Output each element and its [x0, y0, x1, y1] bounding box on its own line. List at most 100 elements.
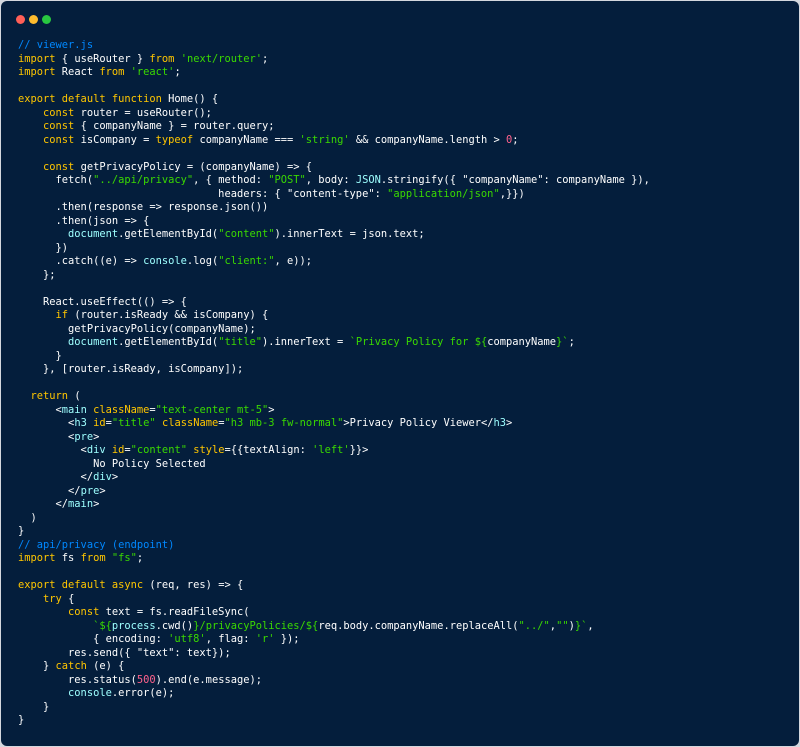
code-token: req.body.companyName.replaceAll( [318, 619, 519, 632]
code-token: }); [274, 633, 300, 645]
code-line: // viewer.js [18, 39, 650, 53]
code-token: document [68, 228, 119, 240]
code-token: catch [55, 660, 87, 672]
code-line: import fs from "fs"; [18, 552, 650, 566]
code-line: try { [18, 593, 650, 607]
code-line: .catch((e) => console.log("client:", e))… [18, 255, 650, 269]
code-token: document [68, 336, 119, 348]
code-token: > [93, 498, 100, 510]
code-token: "content" [218, 228, 275, 240]
code-line: document.getElementById("title").innerTe… [18, 336, 650, 350]
code-token: }) [18, 241, 69, 254]
code-token: { useRouter } [55, 52, 150, 65]
code-token: } [18, 525, 25, 537]
code-token: style [193, 444, 225, 456]
code-token: text = fs.readFileSync( [99, 606, 250, 618]
code-token: } [18, 349, 62, 362]
code-token: ; [136, 552, 144, 564]
code-token: "../" [518, 619, 550, 632]
code-window: // viewer.js import { useRouter } from 'n… [1, 1, 799, 746]
code-line: const text = fs.readFileSync( [18, 606, 650, 620]
code-token: (e) { [86, 660, 125, 672]
code-token: const [43, 133, 75, 146]
code-token: , e)); [274, 255, 313, 267]
code-token: return [30, 390, 69, 402]
code-token: console [143, 255, 187, 267]
code-token: > [506, 417, 513, 429]
code-token: .log( [186, 255, 219, 267]
code-token: } [18, 700, 50, 713]
code-token: > [99, 484, 106, 497]
code-token: ).innerText = json.text; [274, 228, 425, 240]
code-token: div [93, 471, 112, 483]
code-line: <div id="content" style={{textAlign: 'le… [18, 444, 650, 458]
code-line: getPrivacyPolicy(companyName); [18, 323, 650, 337]
maximize-button[interactable] [42, 15, 51, 24]
code-token: pre [74, 430, 94, 443]
code-token: className [93, 403, 150, 416]
code-line: fetch("../api/privacy", { method: "POST"… [18, 174, 650, 188]
code-line: React.useEffect(() => { [18, 296, 650, 310]
code-token: ( [68, 390, 81, 402]
code-token: if [55, 309, 69, 321]
code-token: "POST" [268, 174, 306, 186]
code-token: React.useEffect(() => { [18, 295, 187, 308]
code-token: ).innerText = [261, 336, 350, 348]
code-token: </ [18, 471, 94, 483]
code-token: }` [556, 336, 569, 348]
code-token: fs [55, 552, 81, 564]
code-token: "fs" [111, 552, 137, 564]
code-line: const router = useRouter(); [18, 107, 650, 121]
code-token: `${ [93, 619, 112, 632]
code-token: , [587, 619, 594, 632]
code-token: h3 [74, 417, 87, 429]
code-token: router = useRouter(); [74, 106, 212, 119]
code-token: from [99, 66, 125, 78]
code-token: 'left' [312, 444, 350, 456]
code-token: .catch((e) => [18, 255, 144, 267]
code-token: "client:" [218, 255, 275, 267]
code-token: headers: { "content-type": [18, 187, 388, 200]
code-line: </div> [18, 471, 650, 485]
code-token: className [161, 417, 219, 429]
code-line: </pre> [18, 485, 650, 499]
code-token: import [18, 52, 56, 65]
code-token: } [18, 714, 25, 726]
code-token: const [43, 120, 75, 132]
code-token: >Privacy Policy Viewer</ [343, 417, 494, 429]
code-token: < [18, 430, 75, 443]
code-line: .then(json => { [18, 215, 650, 229]
code-token: res.send({ "text": text}); [18, 646, 231, 659]
code-token: const [43, 160, 75, 173]
code-line: <main className="text-center mt-5"> [18, 404, 650, 418]
close-button[interactable] [16, 15, 25, 24]
code-line: No Policy Selected [18, 458, 650, 472]
code-token: .then(response => response.json()) [18, 201, 269, 213]
code-token: } [18, 660, 56, 672]
code-token: , { method: [193, 174, 269, 186]
code-line: }; [18, 269, 650, 283]
code-token: try [43, 592, 62, 605]
code-token: main [68, 498, 94, 510]
code-token: "title" [111, 417, 156, 429]
code-token: }` [574, 619, 588, 632]
code-line: console.error(e); [18, 687, 650, 701]
code-token: < [18, 417, 75, 429]
code-token: typeof [155, 133, 194, 146]
code-line: <pre> [18, 431, 650, 445]
code-line: <h3 id="title" className="h3 mb-3 fw-nor… [18, 417, 650, 431]
code-line: }) [18, 242, 650, 256]
code-token: "text-center mt-5" [155, 403, 269, 416]
code-token: getPrivacyPolicy(companyName); [18, 322, 256, 335]
code-line: const { companyName } = router.query; [18, 120, 650, 134]
minimize-button[interactable] [29, 15, 38, 24]
code-token: 'utf8' [168, 633, 206, 645]
